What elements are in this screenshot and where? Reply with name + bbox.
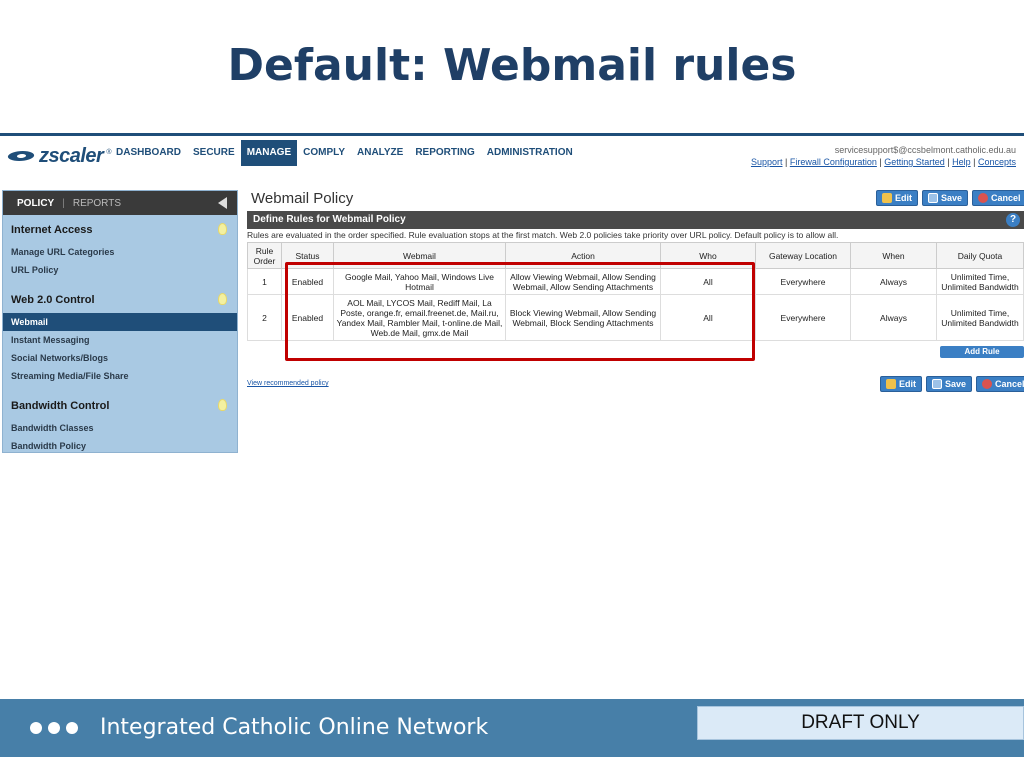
content-title: Webmail Policy [251,190,354,207]
sidebar-item-bandwidth-policy[interactable]: Bandwidth Policy [3,437,237,455]
section-internet-access: Internet Access [3,215,237,243]
collapse-arrow-icon[interactable] [218,197,227,209]
draft-badge: DRAFT ONLY [697,706,1024,740]
cancel-button[interactable]: Cancel [972,190,1024,206]
tab-reports[interactable]: REPORTS [73,198,121,209]
sidebar-tabs: POLICY | REPORTS [3,191,237,215]
edit-button[interactable]: Edit [880,376,922,392]
nav-reporting[interactable]: REPORTING [409,140,480,166]
main-nav: DASHBOARD SECURE MANAGE COMPLY ANALYZE R… [110,140,579,166]
user-links: Support | Firewall Configuration | Getti… [750,157,1016,167]
column-header[interactable]: When [850,242,937,269]
help-link[interactable]: Help [952,157,971,167]
lightbulb-icon[interactable] [218,399,227,411]
sidebar-item-manage-url-categories[interactable]: Manage URL Categories [3,243,237,261]
save-button[interactable]: Save [922,190,969,206]
tab-policy[interactable]: POLICY [17,198,54,209]
logo-text: zscaler [39,144,104,167]
cancel-icon [982,379,993,389]
nav-comply[interactable]: COMPLY [297,140,351,166]
footer-dots-icon [30,722,78,734]
edit-icon [886,379,896,389]
footer-text: Integrated Catholic Online Network [100,715,489,740]
help-icon[interactable]: ? [1006,213,1020,227]
nav-manage[interactable]: MANAGE [240,140,298,166]
top-navigation-bar: zscaler ® DASHBOARD SECURE MANAGE COMPLY… [0,133,1024,183]
zscaler-logo[interactable]: zscaler ® [8,145,112,167]
column-header[interactable]: Gateway Location [755,242,851,269]
sidebar-item-social-networks[interactable]: Social Networks/Blogs [3,349,237,367]
sidebar-item-url-policy[interactable]: URL Policy [3,261,237,279]
rules-note: Rules are evaluated in the order specifi… [247,230,839,240]
save-icon [928,193,938,203]
nav-secure[interactable]: SECURE [187,140,241,166]
nav-analyze[interactable]: ANALYZE [351,140,409,166]
cancel-button[interactable]: Cancel [976,376,1024,392]
bottom-action-buttons: Edit Save Cancel [880,376,1024,392]
edit-icon [882,193,892,203]
sidebar-item-instant-messaging[interactable]: Instant Messaging [3,331,237,349]
lightbulb-icon[interactable] [218,223,227,235]
user-info: servicesupport$@ccsbelmont.catholic.edu.… [751,144,1016,168]
section-web20-control: Web 2.0 Control [3,285,237,313]
policy-sidebar: POLICY | REPORTS Internet Access Manage … [2,190,238,453]
column-header[interactable]: Rule Order [247,242,282,269]
sidebar-item-streaming-media[interactable]: Streaming Media/File Share [3,367,237,385]
cancel-icon [978,193,989,203]
section-bandwidth-control: Bandwidth Control [3,391,237,419]
save-button[interactable]: Save [926,376,973,392]
concepts-link[interactable]: Concepts [978,157,1016,167]
zscaler-logo-icon [8,149,36,163]
lightbulb-icon[interactable] [218,293,227,305]
support-link[interactable]: Support [751,157,783,167]
view-recommended-policy-link[interactable]: View recommended policy [247,380,329,387]
nav-administration[interactable]: ADMINISTRATION [481,140,579,166]
slide-title: Default: Webmail rules [227,40,797,91]
column-header[interactable]: Daily Quota [936,242,1024,269]
sidebar-item-webmail[interactable]: Webmail [3,313,237,331]
edit-button[interactable]: Edit [876,190,918,206]
sidebar-item-bandwidth-classes[interactable]: Bandwidth Classes [3,419,237,437]
panel-header: Define Rules for Webmail Policy ? [247,211,1024,229]
add-rule-button[interactable]: Add Rule [940,346,1024,358]
getting-started-link[interactable]: Getting Started [884,157,945,167]
user-email: servicesupport$@ccsbelmont.catholic.edu.… [834,145,1016,155]
firewall-configuration-link[interactable]: Firewall Configuration [790,157,877,167]
nav-dashboard[interactable]: DASHBOARD [110,140,187,166]
highlight-box [285,262,755,361]
top-action-buttons: Edit Save Cancel [876,190,1024,206]
save-icon [932,379,942,389]
